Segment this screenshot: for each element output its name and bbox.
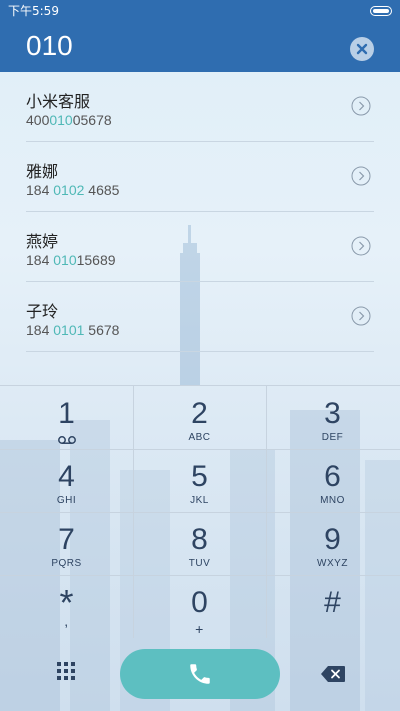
contact-row[interactable]: 燕婷 184 01015689 (0, 212, 400, 282)
battery-icon (370, 6, 392, 16)
contact-number: 184 0101 5678 (26, 322, 120, 338)
contact-row[interactable]: 雅娜 184 0102 4685 (0, 142, 400, 212)
key-8[interactable]: 8 TUV (133, 512, 266, 575)
grid-icon[interactable] (56, 661, 76, 681)
dial-input-header: 010 (0, 22, 400, 72)
call-button[interactable] (120, 649, 280, 699)
key-1[interactable]: 1 (0, 386, 133, 449)
contact-row[interactable]: 小米客服 40001005678 (0, 72, 400, 142)
key-4[interactable]: 4 GHI (0, 449, 133, 512)
key-7[interactable]: 7 PQRS (0, 512, 133, 575)
key-9[interactable]: 9 WXYZ (266, 512, 399, 575)
key-0[interactable]: 0 + (133, 575, 266, 638)
clear-icon (356, 43, 368, 55)
contact-results-list: 小米客服 40001005678 雅娜 184 0102 4685 燕婷 184… (0, 72, 400, 352)
phone-icon (190, 664, 210, 684)
key-star[interactable]: *, (0, 575, 133, 638)
clear-input-button[interactable] (350, 37, 374, 61)
voicemail-icon (57, 436, 76, 444)
dialed-number[interactable]: 010 (26, 30, 73, 62)
key-hash[interactable]: # (266, 575, 399, 638)
contact-row[interactable]: 子玲 184 0101 5678 (0, 282, 400, 352)
dial-keypad: 1 2 ABC 3 DEF 4 GHI 5 JKL 6 MNO 7 PQRS 8 TUV 9W… (0, 385, 400, 638)
row-divider (26, 351, 374, 352)
contact-number: 184 0102 4685 (26, 182, 120, 198)
chevron-right-icon[interactable] (351, 306, 371, 326)
key-6[interactable]: 6 MNO (266, 449, 399, 512)
dialer-action-bar (0, 637, 400, 711)
key-3[interactable]: 3 DEF (266, 386, 399, 449)
backspace-icon[interactable] (320, 665, 346, 683)
contact-number: 184 01015689 (26, 252, 116, 268)
status-bar: 下午5:59 (0, 0, 400, 22)
chevron-right-icon[interactable] (351, 96, 371, 116)
status-time: 下午5:59 (8, 4, 59, 18)
contact-number: 40001005678 (26, 112, 112, 128)
contact-name: 雅娜 (26, 162, 59, 181)
contact-name: 子玲 (26, 302, 59, 321)
key-5[interactable]: 5 JKL (133, 449, 266, 512)
chevron-right-icon[interactable] (351, 236, 371, 256)
contact-name: 小米客服 (26, 92, 91, 111)
contact-name: 燕婷 (26, 232, 59, 251)
key-2[interactable]: 2 ABC (133, 386, 266, 449)
chevron-right-icon[interactable] (351, 166, 371, 186)
